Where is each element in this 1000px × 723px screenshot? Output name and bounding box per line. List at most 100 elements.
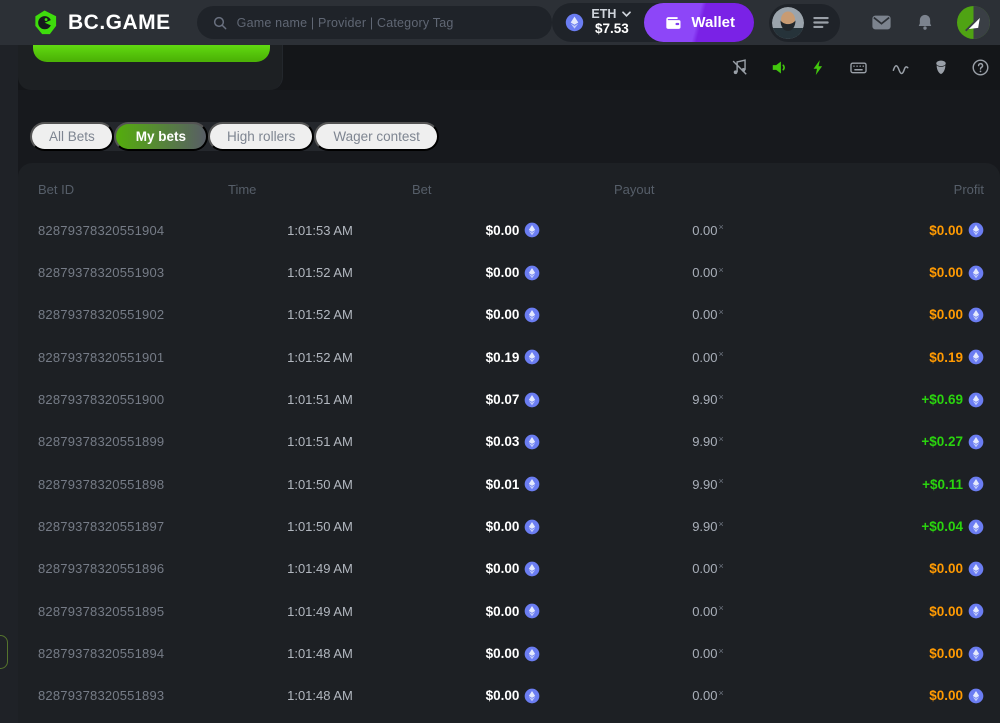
multiplier-symbol: × [719,434,724,444]
time-cell: 1:01:52 AM [228,307,412,322]
payout-value: 0.00 [692,307,717,322]
bet-id-cell: 82879378320551896 [38,561,228,576]
bets-tabs: All BetsMy betsHigh rollersWager contest [30,122,439,151]
mail-icon [870,11,893,34]
tab-all-bets[interactable]: All Bets [30,122,114,151]
wave-chart-icon [890,58,911,77]
seeds-button[interactable] [932,58,950,77]
top-navbar: BC.GAME Game name | Provider | Category … [0,0,1000,45]
tab-wager-contest[interactable]: Wager contest [314,122,439,151]
profit-amount: +$0.27 [921,434,963,449]
profit-cell: +$0.04 [802,519,984,535]
music-off-button[interactable] [730,58,749,77]
time-cell: 1:01:50 AM [228,477,412,492]
avatar[interactable] [772,7,804,39]
sound-on-button[interactable] [770,58,789,77]
logo-text: BC.GAME [68,11,171,35]
bet-cell: $0.00 [412,688,614,704]
profit-cell: +$0.27 [802,434,984,450]
bet-row[interactable]: 82879378320551895 1:01:49 AM $0.00 0.00×… [18,590,1000,632]
bc-game-logo[interactable]: BC.GAME [32,9,171,36]
bet-amount: $0.00 [486,265,520,280]
payout-value: 0.00 [692,688,717,703]
bet-cell: $0.01 [412,476,614,492]
bet-cell: $0.03 [412,434,614,450]
bet-row[interactable]: 82879378320551901 1:01:52 AM $0.19 0.00×… [18,336,1000,378]
eth-coin-icon [524,476,540,492]
bet-id-cell: 82879378320551899 [38,434,228,449]
bet-cell: $0.07 [412,392,614,408]
balance-amount: $7.53 [595,22,629,37]
profit-amount: $0.00 [929,688,963,703]
profile-group [769,4,840,42]
time-cell: 1:01:49 AM [228,561,412,576]
bet-row[interactable]: 82879378320551899 1:01:51 AM $0.03 9.90×… [18,421,1000,463]
bet-cell: $0.00 [412,561,614,577]
bet-cell: $0.00 [412,307,614,323]
payout-value: 0.00 [692,350,717,365]
bet-amount: $0.00 [486,307,520,322]
keyboard-icon [848,58,869,77]
profile-menu-button[interactable] [813,16,829,29]
search-icon [212,15,228,31]
time-cell: 1:01:52 AM [228,265,412,280]
profit-cell: $0.19 [802,349,984,365]
bet-row[interactable]: 82879378320551904 1:01:53 AM $0.00 0.00×… [18,209,1000,251]
bet-row[interactable]: 82879378320551903 1:01:52 AM $0.00 0.00×… [18,251,1000,293]
eth-coin-icon [968,688,984,704]
bet-amount: $0.07 [486,392,520,407]
side-notch[interactable] [0,635,8,669]
quick-bet-button[interactable] [810,58,827,77]
game-search-input[interactable]: Game name | Provider | Category Tag [197,6,553,39]
messages-button[interactable] [870,11,893,34]
payout-value: 0.00 [692,604,717,619]
profit-amount: $0.00 [929,223,963,238]
multiplier-symbol: × [719,688,724,698]
bet-amount: $0.19 [486,350,520,365]
bet-amount: $0.01 [486,477,520,492]
bet-amount: $0.00 [486,604,520,619]
currency-selector[interactable]: ETH $7.53 [591,8,642,38]
bet-row[interactable]: 82879378320551898 1:01:50 AM $0.01 9.90×… [18,463,1000,505]
tab-my-bets[interactable]: My bets [114,122,208,151]
bet-row[interactable]: 82879378320551896 1:01:49 AM $0.00 0.00×… [18,548,1000,590]
eth-coin-icon [968,222,984,238]
payout-cell: 9.90× [614,519,802,534]
payout-value: 0.00 [692,223,717,238]
bet-id-cell: 82879378320551903 [38,265,228,280]
bet-row[interactable]: 82879378320551900 1:01:51 AM $0.07 9.90×… [18,378,1000,420]
bet-row[interactable]: 82879378320551897 1:01:50 AM $0.00 9.90×… [18,505,1000,547]
chat-toggle-button[interactable] [957,6,990,39]
bet-cell: $0.00 [412,646,614,662]
help-button[interactable] [971,58,990,77]
bet-row[interactable]: 82879378320551902 1:01:52 AM $0.00 0.00×… [18,294,1000,336]
payout-cell: 0.00× [614,223,802,238]
avatar-image [772,7,804,39]
menu-list-icon [813,16,829,29]
tab-high-rollers[interactable]: High rollers [208,122,314,151]
payout-cell: 0.00× [614,350,802,365]
bet-id-cell: 82879378320551900 [38,392,228,407]
bet-id-cell: 82879378320551897 [38,519,228,534]
header-time: Time [228,182,412,197]
bets-table-body: 82879378320551904 1:01:53 AM $0.00 0.00×… [18,209,1000,717]
bet-row[interactable]: 82879378320551893 1:01:48 AM $0.00 0.00×… [18,675,1000,717]
chat-logo-icon [957,6,990,39]
profit-cell: $0.00 [802,561,984,577]
hotkeys-button[interactable] [848,58,869,77]
bet-row[interactable]: 82879378320551894 1:01:48 AM $0.00 0.00×… [18,632,1000,674]
bet-cell: $0.19 [412,349,614,365]
profit-amount: $0.00 [929,561,963,576]
notifications-button[interactable] [915,12,935,33]
header-bet-id: Bet ID [38,182,228,197]
multiplier-symbol: × [719,476,724,486]
bet-button[interactable] [33,45,270,62]
payout-cell: 0.00× [614,688,802,703]
profit-cell: $0.00 [802,307,984,323]
payout-cell: 0.00× [614,646,802,661]
profit-cell: +$0.11 [802,476,984,492]
wallet-button[interactable]: Wallet [644,3,754,42]
time-cell: 1:01:53 AM [228,223,412,238]
live-stats-button[interactable] [890,58,911,77]
help-icon [971,58,990,77]
